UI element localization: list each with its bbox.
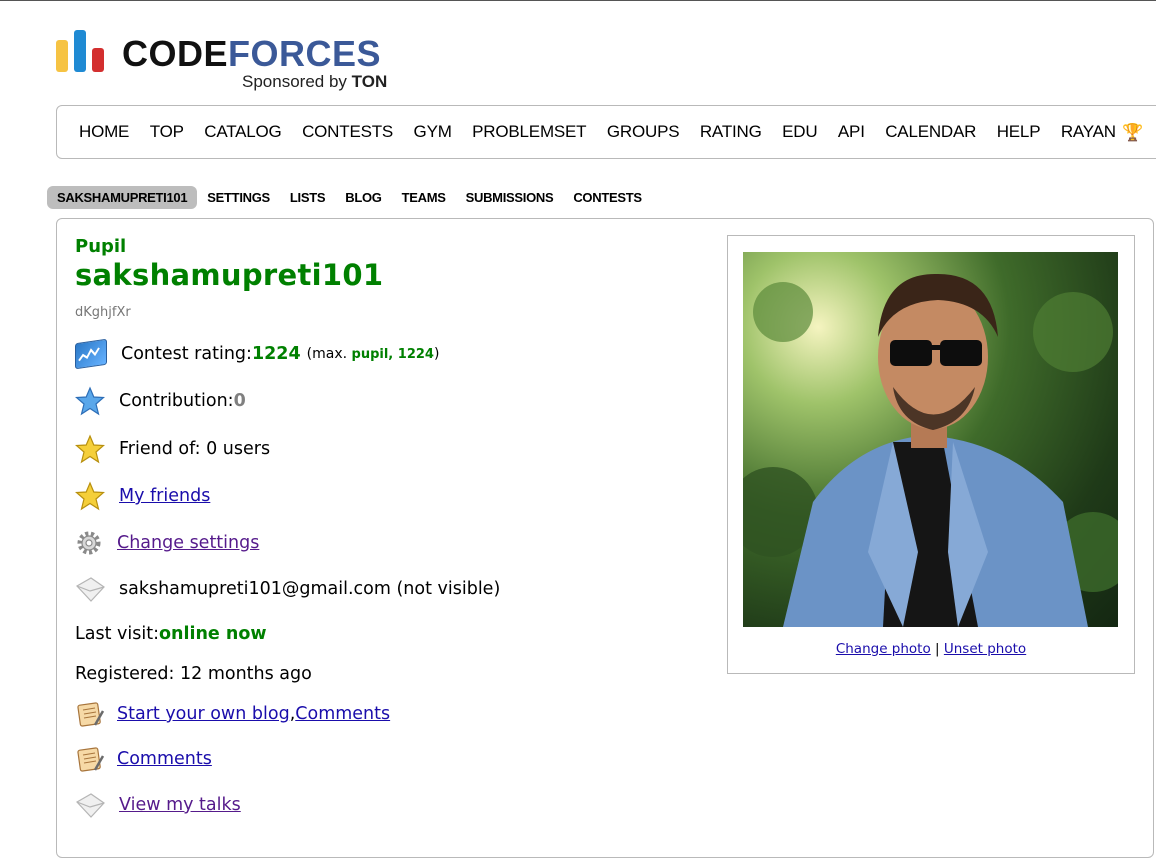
last-visit-value: online now [158,624,267,644]
menu-item-calendar[interactable]: CALENDAR [885,122,976,142]
gear-icon [75,528,105,558]
logo-sponsor: Sponsored by TON [242,72,388,91]
contribution-label: Contribution: [119,391,234,411]
menu-item-edu[interactable]: EDU [782,122,817,142]
user-real-name: dKghjfXr [75,305,131,320]
logo-wordmark: CODEFORCES [122,33,382,74]
top-border [0,0,1156,1]
comments-only-link[interactable]: Comments [117,749,212,769]
logo-bars-icon [56,30,108,72]
menu-item-catalog[interactable]: CATALOG [204,122,282,142]
menu-item-rating[interactable]: RATING [700,122,762,142]
codeforces-logo[interactable]: CODEFORCES Sponsored by TON [56,30,416,94]
registered-text: Registered: 12 months ago [75,664,312,684]
change-photo-link[interactable]: Change photo [836,641,931,657]
blog-notepad-icon [75,699,105,729]
email-row: sakshamupreti101@gmail.com (not visible) [75,574,500,604]
gold-star-icon [75,434,105,464]
contribution-row: Contribution: 0 [75,386,246,416]
change-settings-link[interactable]: Change settings [117,533,259,553]
user-handle: sakshamupreti101 [75,258,384,292]
blog-row: Start your own blog, Comments [75,699,390,729]
main-menu: HOME TOP CATALOG CONTESTS GYM PROBLEMSET… [56,105,1156,159]
friend-of-row: Friend of: 0 users [75,434,270,464]
email-text: sakshamupreti101@gmail.com (not visible) [119,579,501,599]
contest-rating-row: Contest rating: 1224 (max. pupil, 1224) [75,338,440,370]
tab-lists[interactable]: LISTS [280,186,335,209]
menu-item-gym[interactable]: GYM [414,122,452,142]
menu-item-contests[interactable]: CONTESTS [302,122,393,142]
view-talks-link[interactable]: View my talks [119,795,241,815]
comments-notepad-icon [75,744,105,774]
menu-item-problemset[interactable]: PROBLEMSET [472,122,586,142]
profile-tabs: SAKSHAMUPRETI101 SETTINGS LISTS BLOG TEA… [47,185,652,209]
photo-links-separator: | [930,641,944,657]
unset-photo-link[interactable]: Unset photo [944,641,1026,657]
trophy-icon: 🏆 [1122,122,1144,142]
menu-item-groups[interactable]: GROUPS [607,122,680,142]
tab-submissions[interactable]: SUBMISSIONS [456,186,564,209]
rating-graph-icon [75,338,107,370]
my-friends-link[interactable]: My friends [119,486,210,506]
change-settings-row: Change settings [75,528,259,558]
comments-row: Comments [75,744,212,774]
start-blog-link[interactable]: Start your own blog [117,704,290,724]
my-friends-row: My friends [75,481,210,511]
tab-settings[interactable]: SETTINGS [197,186,280,209]
max-rating: (max. pupil, 1224) [306,346,440,362]
gold-star-icon [75,481,105,511]
tab-teams[interactable]: TEAMS [392,186,456,209]
contest-rating-label: Contest rating: [121,344,252,364]
friend-of-text: Friend of: 0 users [119,439,271,459]
blue-star-icon [75,386,105,416]
tab-blog[interactable]: BLOG [335,186,391,209]
envelope-icon [75,790,105,820]
menu-item-top[interactable]: TOP [150,122,184,142]
menu-item-help[interactable]: HELP [997,122,1041,142]
user-rank: Pupil [75,236,127,257]
menu-item-rayan[interactable]: RAYAN 🏆 [1061,122,1144,143]
user-avatar-photo [743,252,1118,627]
contest-rating-value: 1224 [251,344,301,364]
talks-row: View my talks [75,790,241,820]
menu-item-rayan-label: RAYAN [1060,121,1116,141]
tab-profile[interactable]: SAKSHAMUPRETI101 [47,185,198,209]
tab-contests[interactable]: CONTESTS [563,186,651,209]
registered-row: Registered: 12 months ago [75,659,312,689]
menu-item-api[interactable]: API [838,122,865,142]
last-visit-row: Last visit: online now [75,619,267,649]
photo-actions: Change photo | Unset photo [727,641,1135,657]
last-visit-label: Last visit: [75,624,159,644]
menu-item-home[interactable]: HOME [79,122,129,142]
contribution-value: 0 [233,391,246,411]
envelope-icon [75,574,105,604]
comments-link[interactable]: Comments [295,704,390,724]
